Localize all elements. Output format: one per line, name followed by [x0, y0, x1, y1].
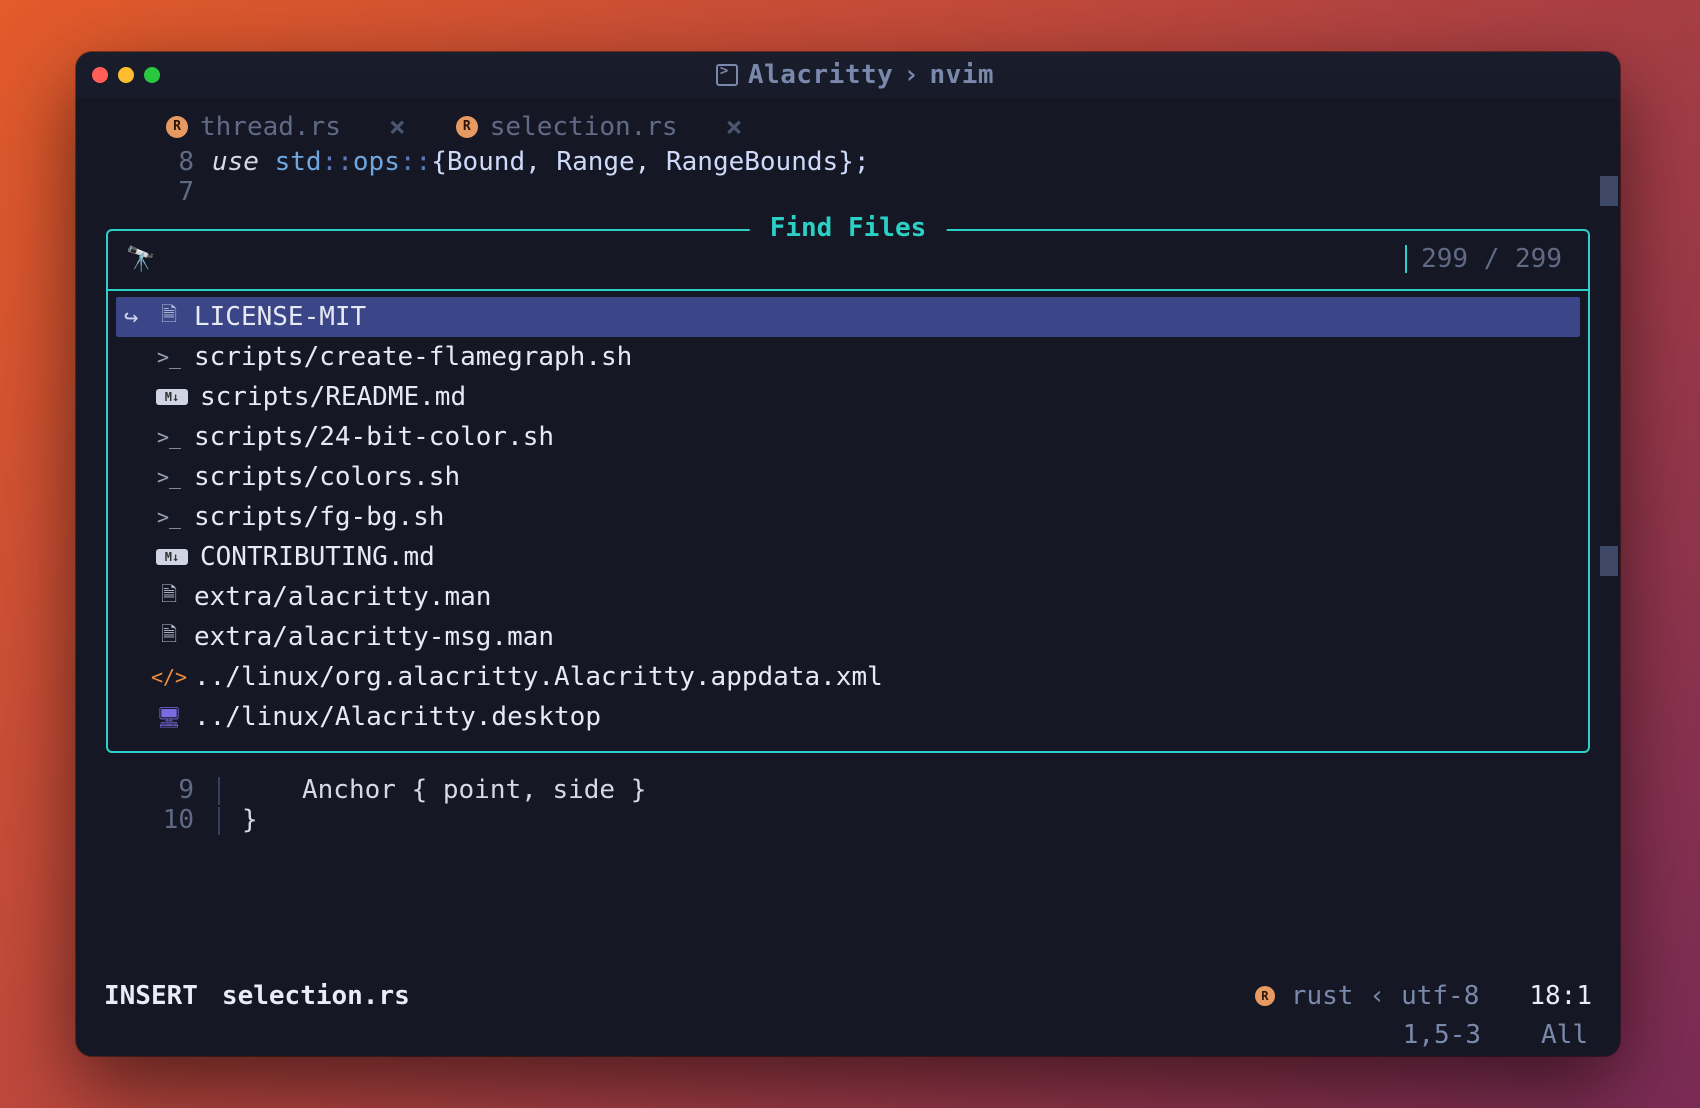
file-path: scripts/create-flamegraph.sh: [194, 342, 632, 372]
file-path: LICENSE-MIT: [194, 302, 366, 332]
vim-mode: INSERT: [104, 981, 198, 1011]
tab-selection[interactable]: R selection.rs ×: [456, 110, 743, 143]
list-item[interactable]: >_ scripts/colors.sh: [116, 457, 1580, 497]
list-item[interactable]: 🖥 ../linux/Alacritty.desktop: [116, 697, 1580, 737]
status-encoding: utf-8: [1401, 981, 1479, 1011]
panel-title: Find Files: [750, 213, 947, 243]
list-item[interactable]: M↓ scripts/README.md: [116, 377, 1580, 417]
terminal-window: Alacritty › nvim R thread.rs × R selecti…: [76, 52, 1620, 1056]
file-path: extra/alacritty.man: [194, 582, 491, 612]
text-cursor: [1405, 245, 1407, 273]
file-icon: 🗎: [156, 300, 182, 334]
list-item[interactable]: </> ../linux/org.alacritty.Alacritty.app…: [116, 657, 1580, 697]
line-number: 7: [76, 177, 212, 207]
title-separator: ›: [903, 60, 919, 90]
list-item[interactable]: 🗎 extra/alacritty-msg.man: [116, 617, 1580, 657]
code-text: }: [242, 805, 258, 835]
file-path: scripts/24-bit-color.sh: [194, 422, 554, 452]
file-path: ../linux/org.alacritty.Alacritty.appdata…: [194, 662, 883, 692]
desktop-icon: 🖥: [156, 705, 182, 729]
file-path: scripts/colors.sh: [194, 462, 460, 492]
sh-icon: >_: [156, 345, 182, 369]
status-line: INSERT selection.rs R rust ‹ utf-8 18:1: [76, 976, 1620, 1016]
status-filename: selection.rs: [222, 981, 410, 1011]
line-number: 8: [76, 147, 212, 177]
scroll-mark: [1600, 176, 1618, 206]
list-item[interactable]: 🗎 extra/alacritty.man: [116, 577, 1580, 617]
list-item[interactable]: ↪ 🗎 LICENSE-MIT: [116, 297, 1580, 337]
xml-icon: </>: [156, 665, 182, 689]
find-files-panel: Find Files 🔭 299 / 299 ↪🗎LICENSE-MIT>_sc…: [106, 229, 1590, 753]
status-filetype: rust: [1291, 981, 1354, 1011]
close-traffic-light[interactable]: [92, 67, 108, 83]
status-position: 18:1: [1529, 981, 1592, 1011]
file-path: scripts/README.md: [200, 382, 466, 412]
tab-label: selection.rs: [490, 112, 678, 142]
tab-thread[interactable]: R thread.rs ×: [166, 110, 406, 143]
rust-icon: R: [166, 116, 188, 138]
sh-icon: >_: [156, 505, 182, 529]
ruler-pos: 1,5-3: [1403, 1020, 1481, 1050]
file-icon: 🗎: [156, 580, 182, 614]
rust-icon: R: [1255, 986, 1275, 1006]
list-item[interactable]: >_ scripts/24-bit-color.sh: [116, 417, 1580, 457]
result-counter: 299 / 299: [1421, 244, 1570, 274]
md-icon: M↓: [156, 549, 188, 565]
sh-icon: >_: [156, 465, 182, 489]
tab-label: thread.rs: [200, 112, 341, 142]
buffer-tabs: R thread.rs × R selection.rs ×: [76, 98, 1620, 143]
title-process: nvim: [929, 60, 994, 90]
rust-icon: R: [456, 116, 478, 138]
terminal-icon: [716, 64, 738, 86]
list-item[interactable]: >_ scripts/create-flamegraph.sh: [116, 337, 1580, 377]
code-text: Anchor { point, side }: [242, 775, 646, 805]
zoom-traffic-light[interactable]: [144, 67, 160, 83]
file-path: scripts/fg-bg.sh: [194, 502, 444, 532]
line-number: 9: [76, 775, 212, 805]
titlebar: Alacritty › nvim: [76, 52, 1620, 98]
title-app: Alacritty: [748, 60, 893, 90]
minimize-traffic-light[interactable]: [118, 67, 134, 83]
status-separator: ‹: [1369, 981, 1385, 1011]
list-item[interactable]: >_ scripts/fg-bg.sh: [116, 497, 1580, 537]
telescope-icon: 🔭: [126, 245, 156, 273]
ruler-scroll: All: [1541, 1020, 1588, 1050]
close-icon[interactable]: ×: [389, 110, 406, 143]
code-area-top: 8 use std::ops::{Bound, Range, RangeBoun…: [76, 143, 1620, 207]
file-path: extra/alacritty-msg.man: [194, 622, 554, 652]
sub-status: 1,5-3 All: [1403, 1020, 1588, 1050]
scrollbar-marks: [1600, 176, 1618, 576]
selection-arrow-icon: ↪: [124, 303, 144, 331]
code-line: use std::ops::{Bound, Range, RangeBounds…: [212, 147, 1620, 177]
scroll-mark: [1600, 546, 1618, 576]
close-icon[interactable]: ×: [726, 110, 743, 143]
window-title: Alacritty › nvim: [170, 60, 1540, 90]
file-icon: 🗎: [156, 620, 182, 654]
md-icon: M↓: [156, 389, 188, 405]
list-item[interactable]: M↓ CONTRIBUTING.md: [116, 537, 1580, 577]
search-input[interactable]: [170, 241, 1389, 277]
results-list: ↪ 🗎 LICENSE-MIT >_ scripts/create-flamegraph…: [108, 291, 1588, 751]
line-number: 10: [76, 805, 212, 835]
sh-icon: >_: [156, 425, 182, 449]
file-path: ../linux/Alacritty.desktop: [194, 702, 601, 732]
code-area-below: 9 Anchor { point, side } 10 }: [76, 753, 1620, 835]
file-path: CONTRIBUTING.md: [200, 542, 435, 572]
